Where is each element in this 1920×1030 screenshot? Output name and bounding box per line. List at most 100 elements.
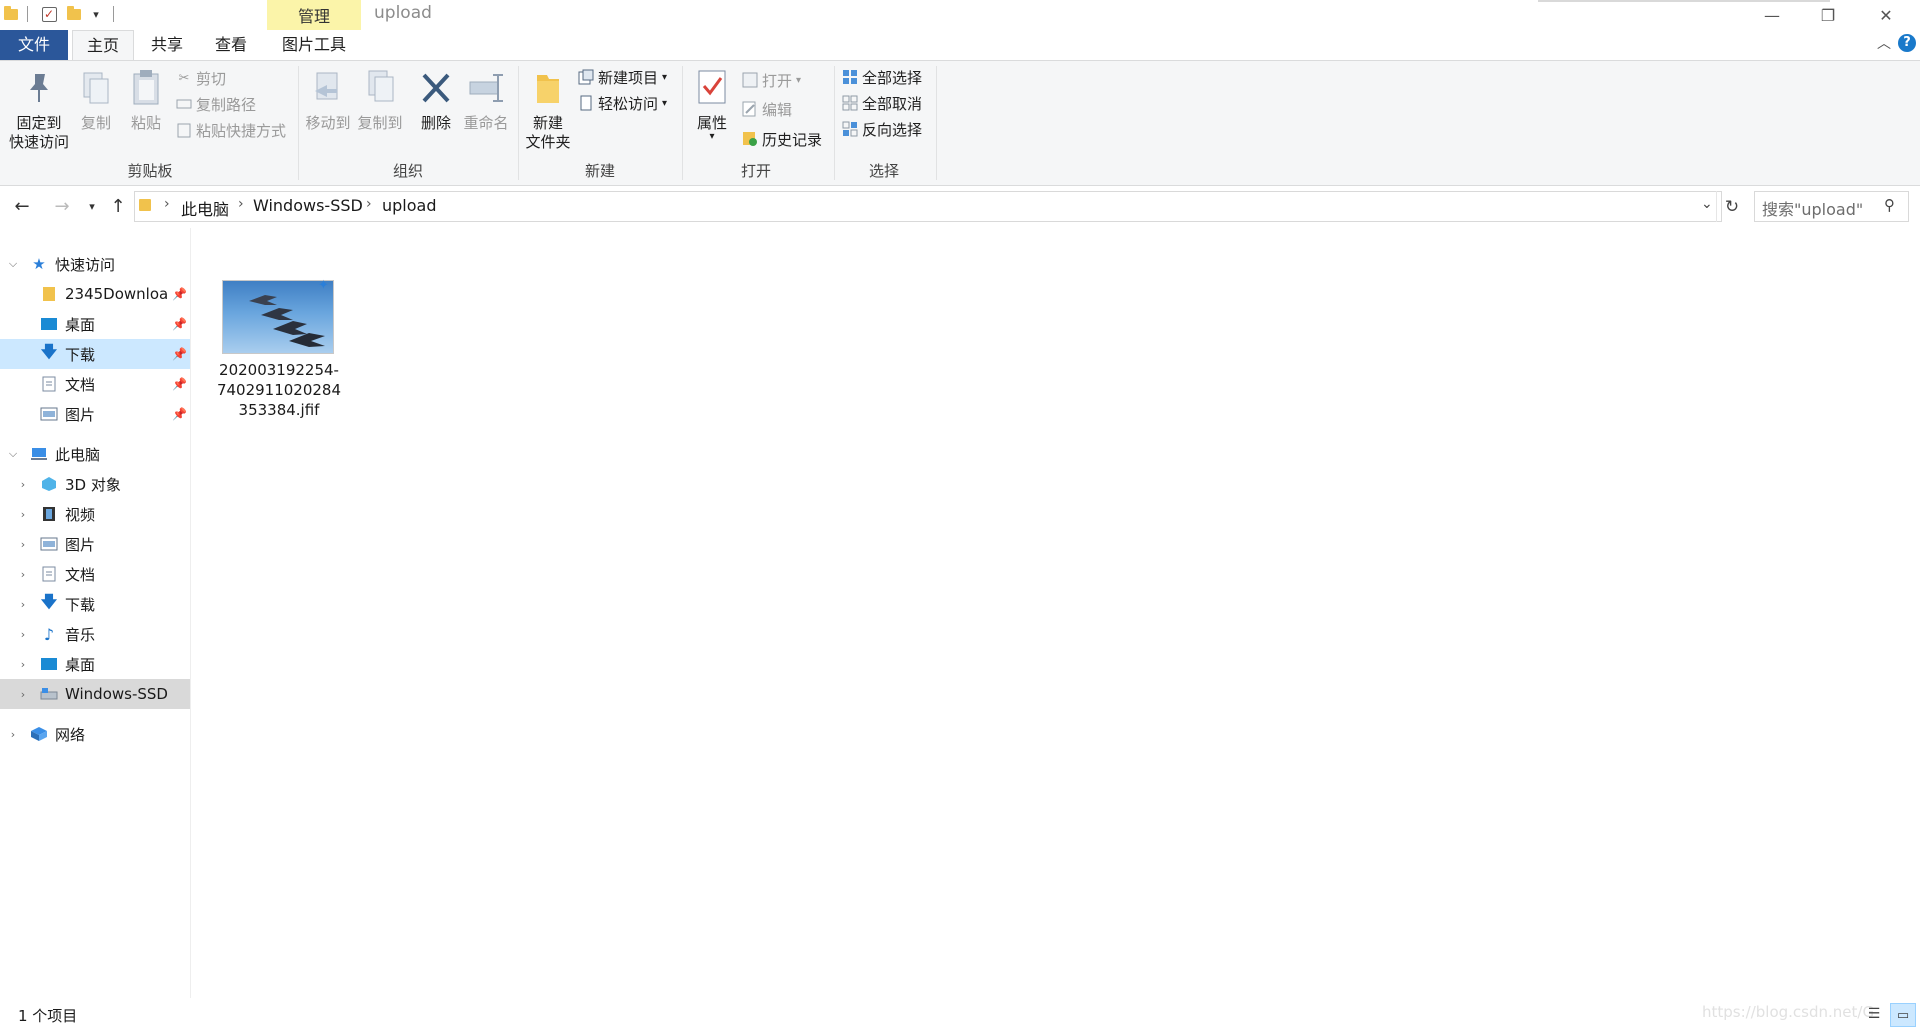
nav-item-pc-desktop[interactable]: › 桌面 bbox=[0, 649, 190, 679]
new-folder-button[interactable]: 新建 文件夹 bbox=[522, 66, 574, 152]
copy-path-icon bbox=[176, 96, 192, 112]
nav-label: 3D 对象 bbox=[65, 475, 121, 494]
paste-shortcut-label: 粘贴快捷方式 bbox=[196, 121, 287, 140]
move-to-button[interactable]: 移动到 bbox=[302, 66, 354, 133]
chevron-right-icon[interactable]: › bbox=[16, 688, 30, 701]
select-none-button[interactable]: 全部取消 bbox=[842, 92, 922, 114]
chevron-right-icon[interactable]: › bbox=[16, 568, 30, 581]
select-all-button[interactable]: 全部选择 bbox=[842, 66, 922, 88]
invert-selection-button[interactable]: 反向选择 bbox=[842, 118, 922, 140]
breadcrumb-separator-icon[interactable]: › bbox=[366, 196, 372, 212]
tab-share[interactable]: 共享 bbox=[140, 30, 194, 60]
chevron-right-icon[interactable]: › bbox=[16, 538, 30, 551]
cut-button[interactable]: ✂ 剪切 bbox=[176, 67, 226, 89]
forward-arrow-icon[interactable]: → bbox=[50, 194, 74, 218]
quick-access-separator bbox=[26, 4, 28, 24]
breadcrumb-windows-ssd[interactable]: Windows-SSD bbox=[253, 196, 363, 215]
paste-label: 粘贴 bbox=[130, 114, 161, 132]
paste-button[interactable]: 粘贴 bbox=[124, 66, 168, 133]
nav-item-pictures[interactable]: 图片 📌 bbox=[0, 399, 190, 429]
nav-item-desktop[interactable]: 桌面 📌 bbox=[0, 309, 190, 339]
refresh-icon[interactable]: ↻ bbox=[1716, 191, 1747, 222]
select-all-label: 全部选择 bbox=[862, 68, 923, 87]
paste-shortcut-button[interactable]: 粘贴快捷方式 bbox=[176, 119, 286, 141]
nav-item-videos[interactable]: › 视频 bbox=[0, 499, 190, 529]
nav-this-pc[interactable]: ⌵ 此电脑 bbox=[0, 439, 190, 469]
customize-toolbar-icon[interactable]: ▾ bbox=[88, 4, 104, 24]
chevron-down-icon[interactable]: ⌵ bbox=[6, 257, 20, 271]
pin-label-line2: 快速访问 bbox=[8, 133, 69, 151]
nav-item-3d-objects[interactable]: › 3D 对象 bbox=[0, 469, 190, 499]
tab-picture-tools[interactable]: 图片工具 bbox=[267, 30, 361, 60]
pin-label-line1: 固定到 bbox=[16, 114, 62, 132]
pin-to-quick-access-button[interactable]: 固定到 快速访问 bbox=[6, 66, 72, 152]
select-group-label: 选择 bbox=[868, 162, 899, 180]
chevron-right-icon[interactable]: › bbox=[16, 628, 30, 641]
nav-quick-access[interactable]: ⌵ ★ 快速访问 bbox=[0, 249, 190, 279]
close-button[interactable]: ✕ bbox=[1858, 0, 1914, 30]
chevron-right-icon[interactable]: › bbox=[6, 728, 20, 741]
pin-icon[interactable]: 📌 bbox=[172, 407, 187, 421]
pin-icon[interactable]: 📌 bbox=[172, 287, 187, 301]
desktop-icon bbox=[40, 655, 58, 673]
nav-item-2345downloads[interactable]: 2345Downloads 📌 bbox=[0, 279, 190, 309]
document-icon bbox=[40, 565, 58, 583]
up-arrow-icon[interactable]: ↑ bbox=[106, 194, 130, 218]
pin-icon[interactable]: 📌 bbox=[172, 377, 187, 391]
pin-icon[interactable]: 📌 bbox=[172, 347, 187, 361]
address-history-chevron-down-icon[interactable]: ⌄ bbox=[1701, 196, 1713, 212]
help-icon[interactable]: ? bbox=[1898, 34, 1916, 52]
nav-network[interactable]: › 网络 bbox=[0, 719, 190, 749]
nav-item-windows-ssd[interactable]: › Windows-SSD bbox=[0, 679, 190, 709]
history-button[interactable]: 历史记录 bbox=[742, 128, 822, 150]
new-item-button[interactable]: 新建项目 ▾ bbox=[578, 66, 667, 88]
open-label: 打开 bbox=[762, 71, 793, 90]
edit-button[interactable]: 编辑 bbox=[742, 98, 792, 120]
breadcrumb-this-pc[interactable]: 此电脑 bbox=[181, 196, 229, 220]
nav-item-music[interactable]: › ♪ 音乐 bbox=[0, 619, 190, 649]
chevron-right-icon[interactable]: › bbox=[16, 598, 30, 611]
details-view-icon[interactable]: ☰ bbox=[1864, 1004, 1884, 1024]
select-none-icon bbox=[842, 95, 858, 111]
desktop-icon bbox=[40, 315, 58, 333]
large-icons-view-icon[interactable]: ▭ bbox=[1890, 1003, 1916, 1027]
breadcrumb-separator-icon[interactable]: › bbox=[238, 196, 244, 212]
breadcrumb-separator-icon[interactable]: › bbox=[164, 196, 170, 212]
pin-icon[interactable]: 📌 bbox=[172, 317, 187, 331]
breadcrumb-upload[interactable]: upload bbox=[382, 196, 437, 215]
copy-to-button[interactable]: 复制到 bbox=[354, 66, 406, 133]
group-separator bbox=[936, 66, 937, 180]
tab-home[interactable]: 主页 bbox=[72, 30, 134, 61]
easy-access-button[interactable]: 轻松访问 ▾ bbox=[578, 92, 667, 114]
maximize-button[interactable]: ❐ bbox=[1800, 0, 1856, 30]
paste-shortcut-icon bbox=[176, 122, 192, 138]
search-icon[interactable]: ⚲ bbox=[1884, 196, 1895, 214]
nav-item-pc-documents[interactable]: › 文档 bbox=[0, 559, 190, 589]
properties-quick-icon[interactable]: ✓ bbox=[40, 4, 58, 24]
delete-button[interactable]: 删除 bbox=[414, 66, 458, 133]
invert-selection-label: 反向选择 bbox=[862, 120, 923, 139]
chevron-down-icon[interactable]: ⌵ bbox=[6, 447, 20, 461]
copy-path-button[interactable]: 复制路径 bbox=[176, 93, 256, 115]
tab-view[interactable]: 查看 bbox=[204, 30, 258, 60]
rename-button[interactable]: 重命名 bbox=[462, 66, 510, 133]
nav-item-documents[interactable]: 文档 📌 bbox=[0, 369, 190, 399]
chevron-right-icon[interactable]: › bbox=[16, 508, 30, 521]
nav-label: 文档 bbox=[65, 565, 96, 584]
tab-file[interactable]: 文件 bbox=[0, 30, 68, 60]
properties-button[interactable]: 属性 ▾ bbox=[688, 66, 736, 142]
nav-item-downloads[interactable]: 🡇 下载 📌 bbox=[0, 339, 190, 369]
recent-locations-icon[interactable]: ▾ bbox=[80, 194, 104, 218]
collapse-ribbon-icon[interactable]: ︿ bbox=[1874, 32, 1894, 56]
open-button[interactable]: 打开 ▾ bbox=[742, 69, 801, 91]
chevron-right-icon[interactable]: › bbox=[16, 478, 30, 491]
back-arrow-icon[interactable]: ← bbox=[10, 194, 34, 218]
new-folder-quick-icon[interactable] bbox=[66, 4, 82, 24]
nav-label: 文档 bbox=[65, 375, 96, 394]
minimize-button[interactable]: — bbox=[1744, 0, 1800, 30]
address-bar[interactable] bbox=[134, 191, 1722, 222]
nav-item-pc-pictures[interactable]: › 图片 bbox=[0, 529, 190, 559]
chevron-right-icon[interactable]: › bbox=[16, 658, 30, 671]
nav-item-pc-downloads[interactable]: › 🡇 下载 bbox=[0, 589, 190, 619]
copy-button[interactable]: 复制 bbox=[74, 66, 118, 133]
